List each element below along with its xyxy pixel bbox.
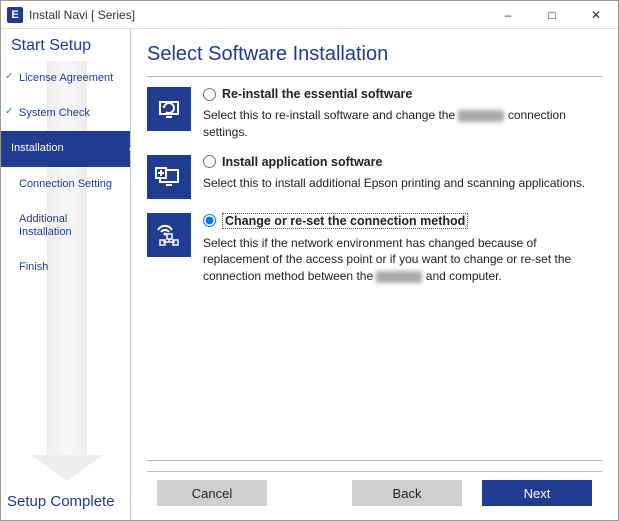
option-radio[interactable] bbox=[203, 155, 216, 168]
window-title: Install Navi [ Series] bbox=[29, 8, 135, 22]
next-button[interactable]: Next bbox=[482, 480, 592, 506]
step-system-check: ✓ System Check bbox=[1, 96, 130, 131]
step-label: Connection Setting bbox=[19, 178, 112, 190]
sidebar-footer: Setup Complete bbox=[1, 487, 130, 520]
step-installation: Installation bbox=[1, 131, 130, 166]
installer-window: E Install Navi [ Series] – □ ✕ Start Set… bbox=[0, 0, 619, 521]
option-install-app: Install application software Select this … bbox=[147, 155, 602, 199]
option-body: Install application software Select this … bbox=[203, 155, 602, 192]
steps-list: ✓ License Agreement ✓ System Check Installat… bbox=[1, 57, 130, 487]
maximize-button[interactable]: □ bbox=[530, 1, 574, 28]
step-label: License Agreement bbox=[19, 72, 113, 84]
sidebar: Start Setup ✓ License Agreement ✓ System Ch… bbox=[1, 29, 131, 520]
option-body: Re-install the essential software Select … bbox=[203, 87, 602, 141]
footer: Cancel Back Next bbox=[147, 471, 602, 516]
option-title: Install application software bbox=[222, 155, 382, 169]
option-radio-label[interactable]: Re-install the essential software bbox=[203, 87, 602, 101]
redacted-text: xxxxx bbox=[458, 110, 504, 122]
minimize-button[interactable]: – bbox=[486, 1, 530, 28]
step-label: Finish bbox=[19, 261, 48, 273]
check-icon: ✓ bbox=[5, 106, 13, 118]
sidebar-header: Start Setup bbox=[1, 29, 130, 57]
back-button[interactable]: Back bbox=[352, 480, 462, 506]
option-body: Change or re-set the connection method Se… bbox=[203, 213, 602, 285]
change-conn-icon bbox=[147, 213, 191, 257]
option-description: Select this to re-install software and c… bbox=[203, 107, 602, 141]
step-connection-setting: Connection Setting bbox=[1, 167, 130, 202]
redacted-text: xxxxx bbox=[376, 271, 422, 283]
step-finish: Finish bbox=[1, 250, 130, 285]
option-description: Select this if the network environment h… bbox=[203, 235, 602, 285]
page-title: Select Software Installation bbox=[147, 43, 602, 66]
step-label: Installation bbox=[11, 142, 64, 154]
main-panel: Select Software Installation Re-install … bbox=[131, 29, 618, 520]
close-button[interactable]: ✕ bbox=[574, 1, 618, 28]
option-title: Change or re-set the connection method bbox=[222, 213, 468, 229]
divider bbox=[147, 460, 602, 461]
option-reinstall: Re-install the essential software Select … bbox=[147, 87, 602, 141]
install-app-icon bbox=[147, 155, 191, 199]
option-description: Select this to install additional Epson … bbox=[203, 175, 602, 192]
step-label: System Check bbox=[19, 107, 90, 119]
option-radio[interactable] bbox=[203, 88, 216, 101]
option-change-conn: Change or re-set the connection method Se… bbox=[147, 213, 602, 285]
titlebar: E Install Navi [ Series] – □ ✕ bbox=[1, 1, 618, 29]
step-additional-installation: Additional Installation bbox=[1, 202, 130, 250]
step-license-agreement: ✓ License Agreement bbox=[1, 61, 130, 96]
option-radio[interactable] bbox=[203, 214, 216, 227]
check-icon: ✓ bbox=[5, 71, 13, 83]
reinstall-icon bbox=[147, 87, 191, 131]
option-radio-label[interactable]: Change or re-set the connection method bbox=[203, 213, 602, 229]
content: Start Setup ✓ License Agreement ✓ System Ch… bbox=[1, 29, 618, 520]
app-icon: E bbox=[7, 7, 23, 23]
progress-arrow-head-icon bbox=[31, 455, 103, 481]
options-list: Re-install the essential software Select … bbox=[147, 87, 602, 460]
divider bbox=[147, 76, 602, 77]
step-label: Additional Installation bbox=[19, 213, 72, 238]
cancel-button[interactable]: Cancel bbox=[157, 480, 267, 506]
option-title: Re-install the essential software bbox=[222, 87, 412, 101]
option-radio-label[interactable]: Install application software bbox=[203, 155, 602, 169]
